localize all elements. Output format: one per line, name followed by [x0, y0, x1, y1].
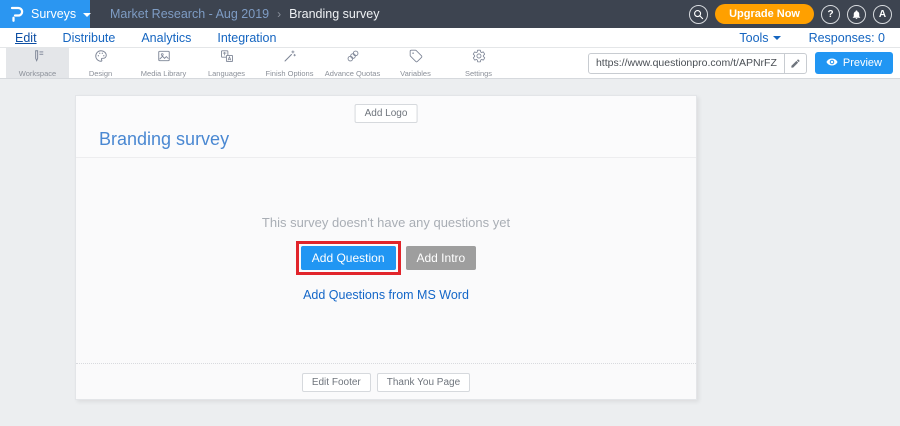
toolbar-item-label: Variables: [400, 69, 431, 78]
survey-card-footer: Edit Footer Thank You Page: [76, 363, 696, 400]
toolbar-item-settings[interactable]: Settings: [447, 48, 510, 78]
survey-url-value[interactable]: https://www.questionpro.com/t/APNrFZ: [589, 57, 784, 69]
search-icon[interactable]: [689, 5, 708, 24]
pencil-list-icon: [31, 49, 45, 68]
survey-card-header: Add Logo Branding survey: [76, 96, 696, 158]
tools-label: Tools: [739, 31, 768, 45]
add-intro-button[interactable]: Add Intro: [406, 246, 477, 270]
toolbar-item-label: Workspace: [19, 69, 56, 78]
toolbar-right: https://www.questionpro.com/t/APNrFZ Pre…: [588, 48, 900, 78]
surveys-menu-label: Surveys: [31, 7, 76, 21]
edit-url-pencil-icon[interactable]: [784, 53, 806, 74]
survey-title[interactable]: Branding survey: [99, 129, 229, 150]
tools-menu[interactable]: Tools: [739, 31, 780, 45]
toolbar-item-label: Settings: [465, 69, 492, 78]
chevron-down-icon: [83, 13, 91, 17]
breadcrumb-parent[interactable]: Market Research - Aug 2019: [110, 7, 269, 21]
toolbar-item-finish-options[interactable]: Finish Options: [258, 48, 321, 78]
edit-footer-button[interactable]: Edit Footer: [302, 373, 371, 392]
edit-toolbar: Workspace Design Media Library Languages…: [0, 48, 900, 79]
empty-survey-message: This survey doesn't have any questions y…: [76, 215, 696, 230]
questionpro-logo-icon: [9, 5, 24, 23]
translate-icon: [220, 49, 234, 68]
app-logo-menu[interactable]: Surveys: [0, 0, 90, 28]
survey-url-box: https://www.questionpro.com/t/APNrFZ: [588, 53, 807, 74]
tab-distribute[interactable]: Distribute: [63, 31, 116, 45]
breadcrumb-separator: ›: [277, 7, 281, 21]
chain-links-icon: [346, 49, 360, 68]
toolbar-item-variables[interactable]: Variables: [384, 48, 447, 78]
header-actions: Upgrade Now ? A: [689, 4, 900, 24]
highlight-annotation: Add Question: [296, 241, 401, 275]
toolbar-item-design[interactable]: Design: [69, 48, 132, 78]
survey-nav: Edit Distribute Analytics Integration To…: [0, 28, 900, 48]
breadcrumb-current: Branding survey: [289, 7, 379, 21]
add-logo-button[interactable]: Add Logo: [355, 104, 418, 123]
toolbar-item-label: Design: [89, 69, 112, 78]
preview-button[interactable]: Preview: [815, 52, 893, 74]
toolbar-item-advance-quotas[interactable]: Advance Quotas: [321, 48, 384, 78]
survey-card-body: This survey doesn't have any questions y…: [76, 158, 696, 363]
help-button[interactable]: ?: [821, 5, 840, 24]
notifications-bell-icon[interactable]: [847, 5, 866, 24]
gear-icon: [472, 49, 486, 68]
tag-icon: [409, 49, 423, 68]
palette-icon: [94, 49, 108, 68]
image-icon: [157, 49, 171, 68]
toolbar-item-label: Finish Options: [266, 69, 314, 78]
preview-label: Preview: [843, 57, 882, 69]
upgrade-now-button[interactable]: Upgrade Now: [715, 4, 814, 24]
chevron-down-icon: [773, 36, 781, 40]
nav-right: Tools Responses: 0: [739, 31, 885, 45]
add-questions-ms-word-link[interactable]: Add Questions from MS Word: [303, 288, 469, 302]
tab-analytics[interactable]: Analytics: [141, 31, 191, 45]
toolbar-item-languages[interactable]: Languages: [195, 48, 258, 78]
magic-wand-icon: [283, 49, 297, 68]
thank-you-page-button[interactable]: Thank You Page: [377, 373, 470, 392]
toolbar-item-media-library[interactable]: Media Library: [132, 48, 195, 78]
eye-icon: [826, 56, 838, 71]
avatar[interactable]: A: [873, 5, 892, 24]
tab-integration[interactable]: Integration: [217, 31, 276, 45]
add-question-button[interactable]: Add Question: [301, 246, 396, 270]
tab-edit[interactable]: Edit: [15, 31, 37, 45]
toolbar-item-workspace[interactable]: Workspace: [6, 48, 69, 78]
responses-count[interactable]: Responses: 0: [809, 31, 885, 45]
breadcrumb: Market Research - Aug 2019 › Branding su…: [110, 7, 379, 21]
survey-card: Add Logo Branding survey This survey doe…: [75, 95, 697, 400]
top-header: Surveys Market Research - Aug 2019 › Bra…: [0, 0, 900, 28]
toolbar-item-label: Advance Quotas: [325, 69, 380, 78]
add-buttons-row: Add Question Add Intro: [76, 241, 696, 275]
toolbar-item-label: Media Library: [141, 69, 186, 78]
toolbar-item-label: Languages: [208, 69, 245, 78]
